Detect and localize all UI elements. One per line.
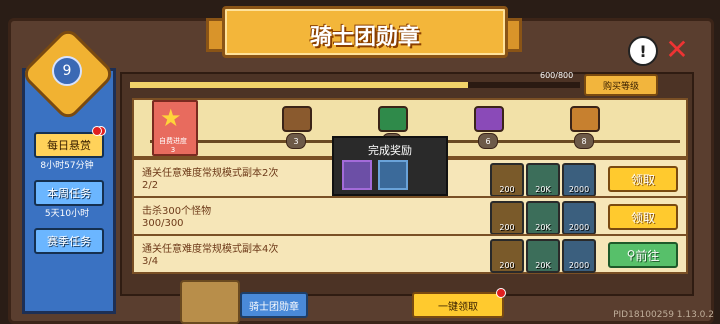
task-row: 通关任意难度常规模式副本4次 3/4 200 20K 2000 ⚲ 前往 [132, 234, 688, 274]
task-progress: 300/300 [142, 218, 184, 229]
gold-reward-icon: 200 [490, 201, 524, 235]
tab-daily-label: 每日悬赏 [47, 139, 91, 152]
track-node: 3 [286, 133, 306, 149]
build-id: PID18100259 1.13.0.2 [613, 310, 714, 320]
coin-reward-icon: 20K [526, 163, 560, 197]
reward-popup: 完成奖励 [332, 136, 448, 196]
tab-season-label: 赛季任务 [47, 235, 91, 248]
info-icon[interactable]: ! [628, 36, 658, 66]
level-progress-text: 600/800 [540, 71, 574, 80]
close-icon[interactable]: ✕ [664, 33, 690, 66]
claim-all-button[interactable]: 一键领取 [412, 292, 504, 318]
tab-daily[interactable]: 每日悬赏 [34, 132, 104, 158]
chest-icon[interactable] [570, 106, 600, 132]
chest-icon[interactable] [282, 106, 312, 132]
tab-season[interactable]: 赛季任务 [34, 228, 104, 254]
claim-button[interactable]: 领取 [608, 204, 678, 230]
track-node: 6 [478, 133, 498, 149]
task-title: 通关任意难度常规模式副本2次 [142, 168, 279, 179]
level-number: 9 [52, 56, 82, 86]
task-row: 击杀300个怪物 300/300 200 20K 2000 领取 [132, 196, 688, 236]
page-title: 骑士团勋章 [309, 25, 420, 50]
trophy-label: 自费进度 3 [159, 137, 187, 154]
gem-reward-icon: 2000 [562, 163, 596, 197]
chest-icon[interactable] [474, 106, 504, 132]
claim-button[interactable]: 领取 [608, 166, 678, 192]
tab-weekly[interactable]: 本周任务 [34, 180, 104, 206]
reward-slot-icon [378, 160, 408, 190]
task-title: 通关任意难度常规模式副本4次 [142, 244, 279, 255]
chest-icon[interactable] [378, 106, 408, 132]
popup-title: 完成奖励 [368, 144, 412, 157]
gold-reward-icon: 200 [490, 239, 524, 273]
buy-level-label: 购买等级 [602, 81, 639, 92]
medal-book-icon[interactable] [180, 280, 240, 324]
notification-dot [496, 288, 506, 298]
coin-reward-icon: 20K [526, 239, 560, 273]
tab-daily-timer: 8小时57分钟 [40, 161, 94, 171]
task-progress: 2/2 [142, 180, 159, 191]
gold-reward-icon: 200 [490, 163, 524, 197]
title-banner: 骑士团勋章 [222, 6, 508, 58]
knight-medal-button[interactable]: 骑士团勋章 [240, 292, 308, 318]
task-title: 击杀300个怪物 [142, 206, 212, 217]
star-icon: ★ [160, 104, 182, 132]
gem-reward-icon: 2000 [562, 201, 596, 235]
tab-weekly-label: 本周任务 [47, 187, 91, 200]
coin-reward-icon: 20K [526, 201, 560, 235]
go-button[interactable]: ⚲ 前往 [608, 242, 678, 268]
track-node: 8 [574, 133, 594, 149]
level-progress-fill [130, 82, 468, 88]
location-pin-icon: ⚲ [626, 248, 636, 262]
notification-dot [92, 126, 102, 136]
gem-reward-icon: 2000 [562, 239, 596, 273]
buy-level-button[interactable]: 购买等级 [584, 74, 658, 96]
reward-slot-icon [342, 160, 372, 190]
tab-weekly-timer: 5天10小时 [44, 209, 90, 219]
task-progress: 3/4 [142, 256, 159, 267]
